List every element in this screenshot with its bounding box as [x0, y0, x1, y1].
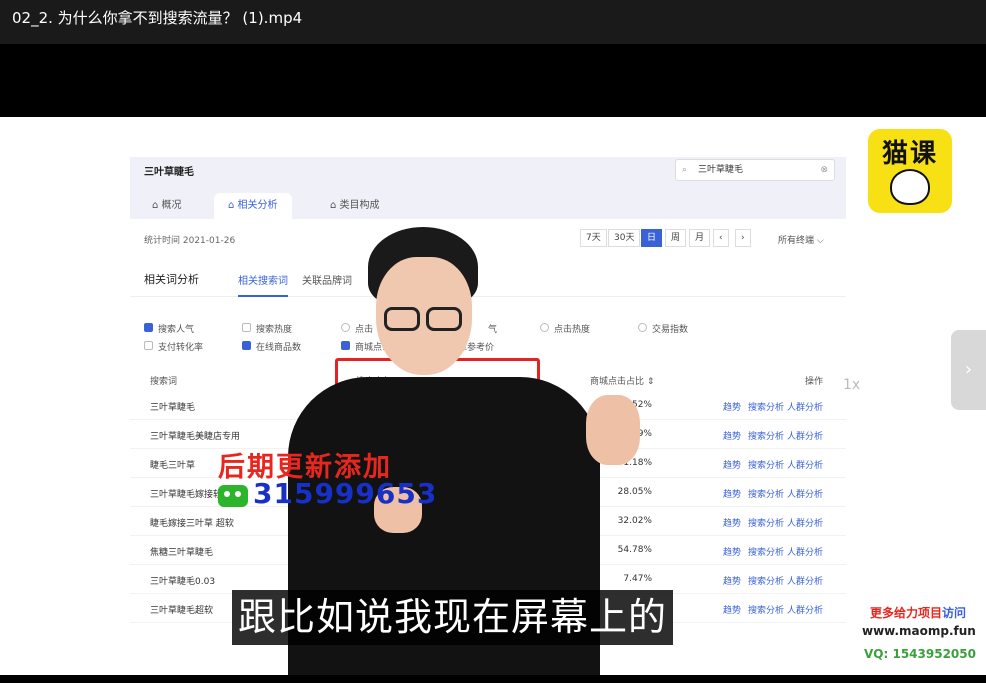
row-keyword: 睫毛三叶草: [150, 461, 196, 471]
presenter-hand-right: [586, 395, 640, 465]
row-crowd-analysis: 人群分析: [787, 577, 824, 587]
video-subtitle: 跟比如说我现在屏幕上的: [232, 590, 674, 645]
checkbox-icon: [242, 323, 251, 332]
dashboard-title: 三叶草睫毛: [144, 167, 194, 178]
check-label: 搜索人气: [158, 325, 195, 335]
check-search-pop: 搜索人气: [144, 322, 194, 335]
header-keyword: 搜索词: [150, 377, 178, 387]
glasses-right: [426, 307, 462, 331]
window-title: 02_2. 为什么你拿不到搜索流量？ (1).mp4: [12, 9, 303, 27]
period-week: 周: [665, 229, 687, 247]
row-trend: 趋势: [723, 548, 742, 558]
lock-icon: ⌂: [228, 200, 235, 211]
row-crowd-analysis: 人群分析: [787, 490, 824, 500]
row-keyword: 焦糖三叶草睫毛: [150, 548, 214, 558]
sub-tab-related-search: 相关搜索词: [238, 272, 288, 297]
cat-icon: [890, 169, 930, 205]
period-day: 日: [641, 229, 663, 247]
row-search-analysis: 搜索分析: [748, 403, 785, 413]
row-keyword: 三叶草睫毛: [150, 403, 196, 413]
section-title: 相关词分析: [144, 273, 199, 286]
dashboard-header: 三叶草睫毛 ⌕ 三叶草睫毛 ⊗ ⌂ 概况 ⌂ 相关分析 ⌂ 类目构成: [130, 157, 846, 219]
period-30d: 30天: [608, 229, 641, 247]
row-search-analysis: 搜索分析: [748, 432, 785, 442]
row-trend: 趋势: [723, 606, 742, 616]
dashboard-tabs: ⌂ 概况 ⌂ 相关分析 ⌂ 类目构成: [130, 187, 846, 219]
check-label: 搜索热度: [256, 325, 293, 335]
radio-icon: [638, 323, 647, 332]
row-crowd-analysis: 人群分析: [787, 519, 824, 529]
row-search-analysis: 搜索分析: [748, 577, 785, 587]
search-box: ⌕ 三叶草睫毛 ⊗: [675, 159, 835, 181]
checkbox-icon: [144, 323, 153, 332]
glasses-left: [384, 307, 420, 331]
next-video-button[interactable]: ›: [951, 330, 986, 410]
checkbox-icon: [144, 341, 153, 350]
row-keyword: 三叶草睫毛0.03: [150, 577, 216, 587]
logo-text: 猫课: [881, 139, 938, 169]
wechat-icon: [218, 485, 248, 507]
check-trade-index: 交易指数: [638, 322, 688, 335]
row-trend: 趋势: [723, 577, 742, 587]
row-trend: 趋势: [723, 519, 742, 529]
tab-category: ⌂ 类目构成: [316, 193, 394, 219]
check-pay-rate: 支付转化率: [144, 340, 203, 353]
row-trend: 趋势: [723, 461, 742, 471]
check-search-heat: 搜索热度: [242, 322, 292, 335]
watermark-line1: 更多给力项目访问: [870, 604, 966, 621]
tab-category-label: 类目构成: [339, 200, 380, 211]
stat-time: 统计时间 2021-01-26: [144, 236, 236, 246]
check-label: 支付转化率: [158, 343, 204, 353]
checkbox-icon: [242, 341, 251, 350]
row-search-analysis: 搜索分析: [748, 548, 785, 558]
tab-related-analysis-label: 相关分析: [237, 200, 278, 211]
row-crowd-analysis: 人群分析: [787, 461, 824, 471]
watermark-url: www.maomp.fun: [862, 624, 976, 638]
row-crowd-analysis: 人群分析: [787, 606, 824, 616]
tab-overview-label: 概况: [161, 200, 182, 211]
prev-icon: ‹: [713, 229, 729, 247]
row-trend: 趋势: [723, 403, 742, 413]
lock-icon: ⌂: [152, 200, 159, 211]
lock-icon: ⌂: [330, 200, 337, 211]
check-label: 交易指数: [652, 325, 689, 335]
search-icon: ⌕: [682, 165, 688, 175]
overlay-wechat-number: 315999653: [253, 477, 438, 510]
row-crowd-analysis: 人群分析: [787, 403, 824, 413]
row-trend: 趋势: [723, 490, 742, 500]
bottom-bar: [0, 675, 986, 683]
search-value: 三叶草睫毛: [698, 165, 744, 175]
watermark-blue: 访问: [942, 606, 967, 620]
watermark-red: 更多给力项目: [870, 606, 943, 620]
window-title-bar: 02_2. 为什么你拿不到搜索流量？ (1).mp4: [0, 0, 986, 44]
row-crowd-analysis: 人群分析: [787, 432, 824, 442]
period-month: 月: [689, 229, 711, 247]
row-keyword: 三叶草睫毛美睫店专用: [150, 432, 241, 442]
row-trend: 趋势: [723, 432, 742, 442]
row-search-analysis: 搜索分析: [748, 606, 785, 616]
row-search-analysis: 搜索分析: [748, 490, 785, 500]
row-keyword: 睫毛嫁接三叶草 超软: [150, 519, 234, 529]
next-icon: ›: [735, 229, 751, 247]
row-search-analysis: 搜索分析: [748, 461, 785, 471]
presenter-face: [376, 257, 472, 375]
row-keyword: 三叶草睫毛超软: [150, 606, 214, 616]
tab-overview: ⌂ 概况: [138, 193, 196, 219]
maoke-logo: 猫课: [868, 129, 952, 213]
row-crowd-analysis: 人群分析: [787, 548, 824, 558]
row-keyword: 三叶草睫毛嫁接软: [150, 490, 223, 500]
header-actions: 操作: [805, 377, 824, 387]
video-frame[interactable]: 三叶草睫毛 ⌕ 三叶草睫毛 ⊗ ⌂ 概况 ⌂ 相关分析 ⌂ 类目构成 统计时间 …: [0, 117, 986, 675]
tab-related-analysis: ⌂ 相关分析: [214, 193, 292, 219]
clear-icon: ⊗: [820, 165, 828, 175]
terminal-select: 所有终端 ⌵: [778, 236, 824, 246]
speed-indicator: 1x: [843, 377, 861, 393]
watermark-contact: VQ: 1543952050: [864, 647, 976, 661]
row-search-analysis: 搜索分析: [748, 519, 785, 529]
